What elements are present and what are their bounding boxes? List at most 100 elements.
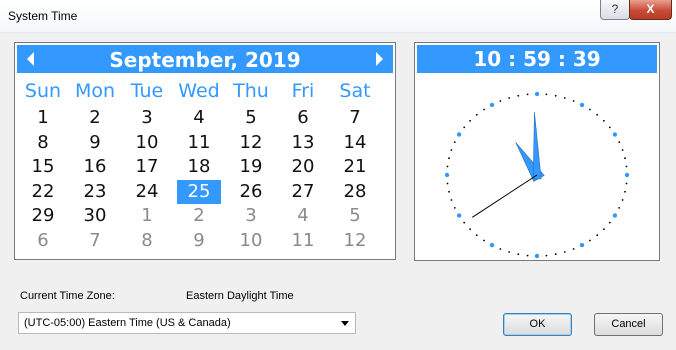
hour-marker [534,91,540,97]
help-button[interactable]: ? [600,0,630,20]
day-cell[interactable]: 4 [281,204,325,228]
day-cell[interactable]: 17 [125,155,169,179]
minute-marker [453,141,456,143]
hour-marker [489,102,495,108]
time-zone-select-value: (UTC-05:00) Eastern Time (US & Canada) [24,317,231,329]
day-cell[interactable]: 22 [21,180,65,204]
minute-marker [469,228,471,231]
day-name-wed: Wed [178,80,220,102]
day-cell[interactable]: 13 [281,131,325,155]
minute-marker [453,207,456,209]
hour-marker [579,102,585,108]
day-cell[interactable]: 26 [229,180,273,204]
hour-marker [489,242,495,248]
minute-marker [463,126,466,129]
day-cell[interactable]: 2 [73,106,117,130]
next-month-arrow-icon[interactable] [376,52,383,66]
minute-marker [572,100,575,102]
day-cell[interactable]: 10 [125,131,169,155]
minute-marker [508,97,511,99]
minute-marker [475,234,478,237]
day-cell[interactable]: 6 [281,106,325,130]
minute-marker [596,113,599,116]
day-cell[interactable]: 3 [125,106,169,130]
hour-marker [624,172,630,178]
day-name-tue: Tue [130,80,164,102]
time-display[interactable]: 10 : 59 : 39 [417,45,657,73]
day-cell[interactable]: 3 [229,204,273,228]
day-cell[interactable]: 16 [73,155,117,179]
minute-marker [603,228,605,231]
day-cell[interactable]: 15 [21,155,65,179]
minute-marker [517,94,520,97]
minute-marker [545,254,548,257]
minute-marker [618,207,621,209]
minute-marker [554,94,557,97]
day-cell[interactable]: 5 [333,204,377,228]
hour-marker [444,172,450,178]
clock-panel: 10 : 59 : 39 [414,42,660,261]
day-cell[interactable]: 8 [125,229,169,253]
time-zone-label: Current Time Zone: [20,290,115,302]
chevron-down-icon[interactable] [341,321,349,326]
minute-marker [624,157,626,160]
minute-marker [603,119,605,122]
selected-day[interactable]: 25 [177,179,221,204]
day-cell[interactable]: 11 [281,229,325,253]
minute-marker [508,251,511,253]
minute-marker [608,126,611,129]
hour-marker [612,132,618,137]
day-cell[interactable]: 12 [229,131,273,155]
calendar: September, 2019 Sun Mon Tue Wed Thu Fri Sat 12… [14,42,396,260]
day-cell[interactable]: 7 [73,229,117,253]
day-cell[interactable]: 9 [73,131,117,155]
close-button[interactable]: X [629,0,672,20]
ok-button[interactable]: OK [503,313,572,336]
minute-marker [589,239,591,242]
cancel-button[interactable]: Cancel [594,313,663,336]
minute-marker [517,253,520,256]
day-names-row: Sun Mon Tue Wed Thu Fri Sat [21,79,383,103]
minute-marker [554,253,557,256]
day-cell[interactable]: 11 [177,131,221,155]
day-cell[interactable]: 1 [21,106,65,130]
minute-marker [483,239,485,242]
day-cell[interactable]: 2 [177,204,221,228]
day-cell[interactable]: 30 [73,204,117,228]
day-cell[interactable]: 21 [333,155,377,179]
week-row: 29 30 1 2 3 4 5 [21,204,383,228]
day-cell[interactable]: 23 [73,180,117,204]
day-cell[interactable]: 19 [229,155,273,179]
day-cell[interactable]: 6 [21,229,65,253]
day-cell[interactable]: 24 [125,180,169,204]
minute-marker [446,165,449,168]
day-cell[interactable]: 28 [333,180,377,204]
day-cell[interactable]: 18 [177,155,221,179]
minute-marker [625,182,628,185]
day-cell[interactable]: 10 [229,229,273,253]
day-cell[interactable]: 4 [177,106,221,130]
time-zone-value: Eastern Daylight Time [186,290,294,302]
day-cell[interactable]: 29 [21,204,65,228]
minute-marker [563,251,566,253]
day-name-sat: Sat [339,80,371,102]
day-cell[interactable]: 8 [21,131,65,155]
minute-marker [446,182,449,185]
minute-marker [545,93,548,96]
day-cell[interactable]: 20 [281,155,325,179]
title-bar: System Time ? X [0,0,676,33]
time-zone-select[interactable]: (UTC-05:00) Eastern Time (US & Canada) [18,312,356,334]
day-cell[interactable]: 12 [333,229,377,253]
minute-marker [621,149,624,151]
day-cell[interactable]: 14 [333,131,377,155]
month-label[interactable]: September, 2019 [17,48,393,72]
calendar-header: September, 2019 [17,45,393,73]
day-cell[interactable]: 27 [281,180,325,204]
day-cell[interactable]: 7 [333,106,377,130]
minute-marker [448,157,450,160]
hour-marker [456,213,462,218]
day-cell[interactable]: 1 [125,204,169,228]
day-cell[interactable]: 5 [229,106,273,130]
minute-marker [469,119,471,122]
day-cell[interactable]: 9 [177,229,221,253]
